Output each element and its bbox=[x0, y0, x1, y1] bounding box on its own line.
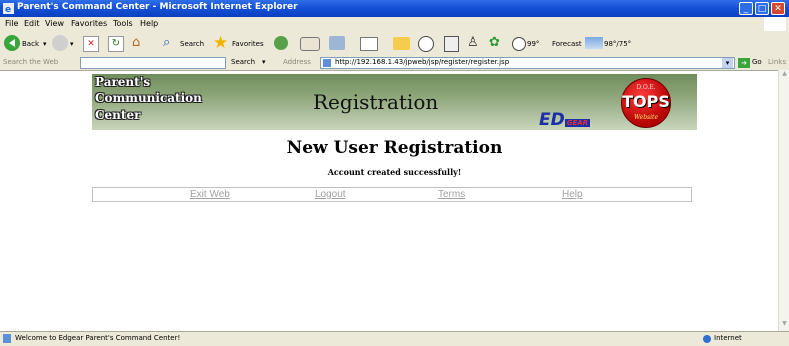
back-arrow-icon[interactable] bbox=[4, 35, 20, 51]
banner-line-parents: Parent's bbox=[95, 75, 151, 89]
address-url: http://192.168.1.43/jpweb/jsp/register/r… bbox=[335, 58, 510, 66]
go-button[interactable]: Go bbox=[752, 58, 762, 66]
menu-help[interactable]: Help bbox=[140, 19, 158, 28]
menu-edit[interactable]: Edit bbox=[24, 19, 40, 28]
status-bar: Welcome to Edgear Parent's Command Cente… bbox=[0, 331, 789, 346]
svg-text:e: e bbox=[5, 5, 11, 14]
favorites-button-label[interactable]: Favorites bbox=[232, 40, 264, 48]
status-text: Welcome to Edgear Parent's Command Cente… bbox=[15, 334, 181, 342]
back-dropdown-icon[interactable]: ▾ bbox=[43, 40, 47, 48]
address-input[interactable]: http://192.168.1.43/jpweb/jsp/register/r… bbox=[320, 57, 735, 69]
edgear-logo-gear: GEAR bbox=[564, 119, 591, 127]
minimize-button[interactable]: _ bbox=[739, 2, 753, 15]
tops-website-label: Website bbox=[633, 114, 659, 121]
banner-line-center: Center bbox=[95, 108, 141, 122]
windows-flag-icon bbox=[764, 17, 786, 31]
success-message: Account created successfully! bbox=[327, 167, 462, 177]
edgear-logo-ed: ED bbox=[539, 110, 565, 130]
nav-links-bar: Exit Web Logout Terms Help bbox=[92, 187, 692, 202]
stop-icon[interactable]: ✕ bbox=[83, 36, 99, 52]
address-label: Address bbox=[283, 58, 311, 66]
messenger-icon[interactable] bbox=[444, 36, 459, 52]
edgear-logo: ED GEAR bbox=[539, 110, 591, 130]
nav-terms-link[interactable]: Terms bbox=[438, 189, 465, 200]
weather-icon[interactable] bbox=[512, 37, 526, 51]
banner-line-communication: Communication bbox=[95, 91, 202, 105]
tops-website-logo[interactable]: D.O.E. TOPS Website bbox=[621, 78, 671, 128]
people-icon[interactable]: ♙ bbox=[467, 35, 479, 51]
tops-label: TOPS bbox=[622, 92, 670, 111]
menu-bar: File Edit View Favorites Tools Help bbox=[0, 17, 789, 32]
web-search-input[interactable] bbox=[80, 57, 226, 69]
web-search-button[interactable]: Search bbox=[231, 58, 255, 66]
menu-view[interactable]: View bbox=[45, 19, 64, 28]
back-button-label[interactable]: Back bbox=[22, 40, 39, 48]
folder-icon[interactable] bbox=[393, 37, 410, 50]
address-bar: Search the Web Search ▾ Address http://1… bbox=[0, 56, 789, 71]
vertical-scrollbar[interactable]: ▲ ▼ bbox=[778, 70, 789, 331]
search-icon[interactable]: ⌕ bbox=[163, 35, 179, 51]
title-bar: e Parent's Command Center - Microsoft In… bbox=[0, 0, 789, 17]
toolbar: Back ▾ ▾ ✕ ↻ ⌂ ⌕ Search ★ Favorites ♙ ✿ … bbox=[0, 31, 789, 57]
close-button[interactable]: ✕ bbox=[771, 2, 785, 15]
print-icon[interactable] bbox=[329, 36, 345, 50]
menu-favorites[interactable]: Favorites bbox=[71, 19, 107, 28]
msn-icon[interactable]: ✿ bbox=[489, 35, 500, 51]
temperature-label: 99° bbox=[527, 40, 540, 48]
go-arrow-icon[interactable]: ➔ bbox=[738, 58, 750, 68]
menu-tools[interactable]: Tools bbox=[113, 19, 133, 28]
banner-registration-title: Registration bbox=[313, 90, 439, 114]
links-label[interactable]: Links bbox=[768, 58, 786, 66]
page-icon bbox=[323, 59, 331, 67]
zone-label: Internet bbox=[714, 334, 742, 342]
window-title: Parent's Command Center - Microsoft Inte… bbox=[17, 2, 298, 12]
search-the-web-label: Search the Web bbox=[3, 58, 59, 66]
menu-file[interactable]: File bbox=[5, 19, 18, 28]
ie-icon: e bbox=[3, 3, 14, 15]
refresh-icon[interactable]: ↻ bbox=[108, 36, 124, 52]
media-icon[interactable] bbox=[274, 36, 288, 50]
maximize-button[interactable]: □ bbox=[755, 2, 769, 15]
nav-help-link[interactable]: Help bbox=[562, 189, 583, 200]
home-icon[interactable]: ⌂ bbox=[132, 35, 148, 51]
history-icon[interactable] bbox=[300, 37, 320, 51]
nav-logout-link[interactable]: Logout bbox=[315, 189, 346, 200]
nav-exit-web-link[interactable]: Exit Web bbox=[190, 189, 230, 200]
forecast-label[interactable]: Forecast bbox=[552, 40, 582, 48]
forward-arrow-icon[interactable] bbox=[52, 35, 68, 51]
status-page-icon bbox=[3, 334, 11, 343]
forecast-temp: 98°/75° bbox=[604, 40, 632, 48]
tops-doe-label: D.O.E. bbox=[636, 84, 656, 91]
favorites-star-icon[interactable]: ★ bbox=[213, 33, 228, 53]
research-icon[interactable] bbox=[418, 36, 434, 52]
internet-globe-icon bbox=[703, 335, 711, 343]
scroll-up-icon[interactable]: ▲ bbox=[779, 70, 789, 80]
search-dropdown-icon[interactable]: ▾ bbox=[262, 58, 266, 66]
site-banner: Parent's Communication Center Registrati… bbox=[92, 74, 697, 130]
page-heading: New User Registration bbox=[286, 138, 503, 158]
forecast-cloud-icon bbox=[585, 37, 603, 49]
address-dropdown-icon[interactable]: ▾ bbox=[722, 58, 733, 68]
scroll-down-icon[interactable]: ▼ bbox=[779, 320, 789, 330]
mail-icon[interactable] bbox=[360, 37, 378, 51]
forward-dropdown-icon[interactable]: ▾ bbox=[70, 40, 74, 48]
search-button-label[interactable]: Search bbox=[180, 40, 204, 48]
